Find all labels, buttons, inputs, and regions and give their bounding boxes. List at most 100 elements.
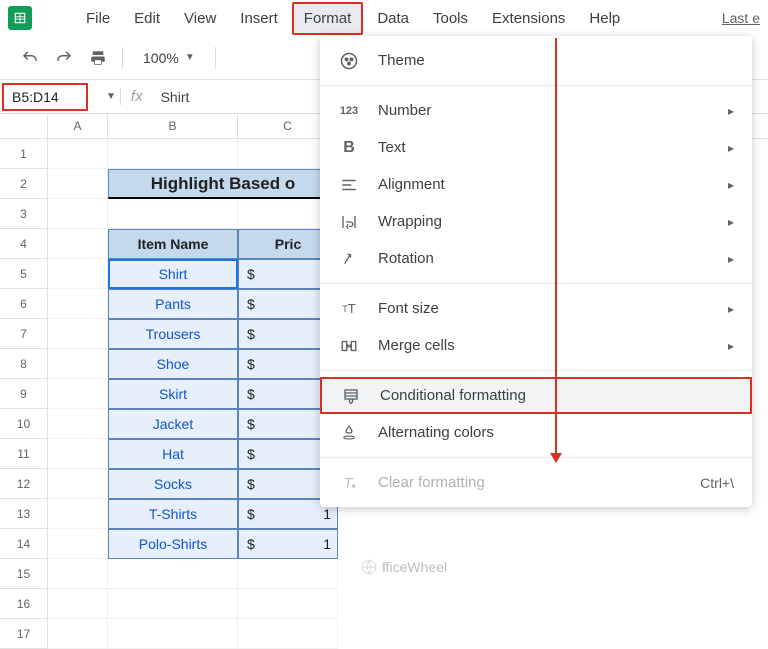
cell[interactable]: [48, 139, 108, 169]
fx-icon: fx: [120, 88, 161, 105]
cell[interactable]: [108, 589, 238, 619]
cell[interactable]: [48, 469, 108, 499]
row-header[interactable]: 2: [0, 169, 48, 199]
menu-file[interactable]: File: [76, 4, 120, 33]
table-cell-name[interactable]: Hat: [108, 439, 238, 469]
font-size-icon: TT: [338, 298, 360, 320]
undo-icon[interactable]: [20, 48, 40, 68]
menu-rotation[interactable]: Rotation ▸: [320, 240, 752, 277]
row-header[interactable]: 12: [0, 469, 48, 499]
menu-label: Clear formatting: [378, 474, 485, 491]
table-cell-price[interactable]: $1: [238, 529, 338, 559]
cell[interactable]: [238, 559, 338, 589]
menu-tools[interactable]: Tools: [423, 4, 478, 33]
row-header[interactable]: 3: [0, 199, 48, 229]
cell[interactable]: [48, 559, 108, 589]
currency: $: [247, 296, 255, 312]
table-cell-name[interactable]: Polo-Shirts: [108, 529, 238, 559]
row-header[interactable]: 6: [0, 289, 48, 319]
menu-extensions[interactable]: Extensions: [482, 4, 575, 33]
cell[interactable]: [48, 439, 108, 469]
format-menu-dropdown: Theme 123 Number ▸ B Text ▸ Alignment ▸ …: [320, 36, 752, 507]
menu-merge-cells[interactable]: Merge cells ▸: [320, 327, 752, 364]
menu-format[interactable]: Format: [292, 2, 364, 35]
sheets-app-icon[interactable]: [8, 6, 32, 30]
row-header[interactable]: 16: [0, 589, 48, 619]
table-cell-name[interactable]: Skirt: [108, 379, 238, 409]
cell[interactable]: [48, 529, 108, 559]
cell[interactable]: [108, 559, 238, 589]
table-cell-name[interactable]: Shirt: [108, 259, 238, 289]
table-header-item[interactable]: Item Name: [108, 229, 238, 259]
row-header[interactable]: 5: [0, 259, 48, 289]
menu-data[interactable]: Data: [367, 4, 419, 33]
title-cell[interactable]: Highlight Based o: [108, 169, 338, 199]
table-cell-name[interactable]: Trousers: [108, 319, 238, 349]
menu-label: Theme: [378, 52, 425, 69]
cell[interactable]: [108, 139, 238, 169]
row-header[interactable]: 1: [0, 139, 48, 169]
column-header-b[interactable]: B: [108, 114, 238, 138]
menu-font-size[interactable]: TT Font size ▸: [320, 290, 752, 327]
menu-view[interactable]: View: [174, 4, 226, 33]
table-cell-name[interactable]: Jacket: [108, 409, 238, 439]
redo-icon[interactable]: [54, 48, 74, 68]
table-cell-name[interactable]: Pants: [108, 289, 238, 319]
cell[interactable]: [48, 379, 108, 409]
row-header[interactable]: 14: [0, 529, 48, 559]
submenu-arrow-icon: ▸: [728, 252, 734, 266]
cell[interactable]: [48, 619, 108, 649]
menu-theme[interactable]: Theme: [320, 42, 752, 79]
menu-help[interactable]: Help: [579, 4, 630, 33]
menu-edit[interactable]: Edit: [124, 4, 170, 33]
cell[interactable]: [48, 169, 108, 199]
row-header[interactable]: 13: [0, 499, 48, 529]
row-header[interactable]: 4: [0, 229, 48, 259]
print-icon[interactable]: [88, 48, 108, 68]
row-header[interactable]: 7: [0, 319, 48, 349]
table-cell-name[interactable]: T-Shirts: [108, 499, 238, 529]
menu-alignment[interactable]: Alignment ▸: [320, 166, 752, 203]
cell[interactable]: [238, 619, 338, 649]
cell[interactable]: [108, 619, 238, 649]
zoom-dropdown[interactable]: 100% ▼: [137, 46, 201, 70]
table-cell-name[interactable]: Socks: [108, 469, 238, 499]
cell[interactable]: [48, 499, 108, 529]
last-edit-link[interactable]: Last e: [722, 10, 760, 26]
menu-text[interactable]: B Text ▸: [320, 129, 752, 166]
column-header-a[interactable]: A: [48, 114, 108, 138]
submenu-arrow-icon: ▸: [728, 339, 734, 353]
currency: $: [247, 326, 255, 342]
row-header[interactable]: 10: [0, 409, 48, 439]
cell[interactable]: [48, 409, 108, 439]
cell[interactable]: [48, 289, 108, 319]
select-all-corner[interactable]: [0, 114, 48, 138]
cell-reference-box[interactable]: B5:D14: [2, 83, 88, 111]
table-cell-name[interactable]: Shoe: [108, 349, 238, 379]
menu-separator: [320, 457, 752, 458]
cell[interactable]: [48, 349, 108, 379]
formula-value[interactable]: Shirt: [161, 89, 190, 105]
menu-wrapping[interactable]: Wrapping ▸: [320, 203, 752, 240]
chevron-down-icon[interactable]: ▼: [106, 91, 116, 102]
cell[interactable]: [108, 199, 238, 229]
cell[interactable]: [48, 589, 108, 619]
menu-separator: [320, 85, 752, 86]
cell[interactable]: [48, 259, 108, 289]
menu-alternating-colors[interactable]: Alternating colors: [320, 414, 752, 451]
menu-label: Wrapping: [378, 213, 442, 230]
menu-number[interactable]: 123 Number ▸: [320, 92, 752, 129]
row-header[interactable]: 15: [0, 559, 48, 589]
watermark-text: fficeWheel: [382, 559, 447, 575]
row-header[interactable]: 17: [0, 619, 48, 649]
row-header[interactable]: 8: [0, 349, 48, 379]
menu-clear-formatting[interactable]: Clear formatting Ctrl+\: [320, 464, 752, 501]
cell[interactable]: [238, 589, 338, 619]
menu-conditional-formatting[interactable]: Conditional formatting: [320, 377, 752, 414]
cell[interactable]: [48, 319, 108, 349]
cell[interactable]: [48, 229, 108, 259]
row-header[interactable]: 11: [0, 439, 48, 469]
cell[interactable]: [48, 199, 108, 229]
menu-insert[interactable]: Insert: [230, 4, 288, 33]
row-header[interactable]: 9: [0, 379, 48, 409]
